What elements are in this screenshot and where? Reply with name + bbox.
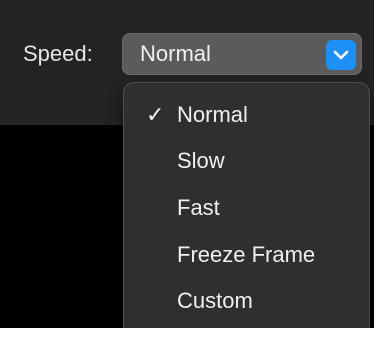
menu-item-label: Normal: [177, 102, 248, 127]
menu-item-label: Slow: [177, 148, 225, 173]
speed-label: Speed:: [23, 41, 93, 66]
background-edge-right: [374, 0, 385, 352]
speed-dropdown-menu: ✓ Normal Slow Fast Freeze Frame Custom: [124, 83, 369, 337]
menu-item-normal[interactable]: ✓ Normal: [124, 93, 369, 137]
menu-item-custom[interactable]: Custom: [124, 279, 369, 323]
background-edge-bottom: [0, 328, 385, 352]
menu-item-fast[interactable]: Fast: [124, 186, 369, 230]
chevron-down-icon-glyph: [333, 50, 349, 60]
menu-item-slow[interactable]: Slow: [124, 139, 369, 183]
checkmark-icon: ✓: [146, 102, 165, 127]
chevron-down-icon[interactable]: [326, 40, 356, 70]
menu-item-label: Fast: [177, 195, 220, 220]
speed-select[interactable]: Normal: [122, 33, 362, 75]
menu-item-label: Custom: [177, 288, 253, 313]
speed-select-value: Normal: [140, 41, 211, 66]
video-window: Speed: Normal ✓ Normal Slow Fast Freeze …: [0, 0, 385, 352]
menu-item-freeze-frame[interactable]: Freeze Frame: [124, 233, 369, 277]
menu-item-label: Freeze Frame: [177, 242, 316, 267]
